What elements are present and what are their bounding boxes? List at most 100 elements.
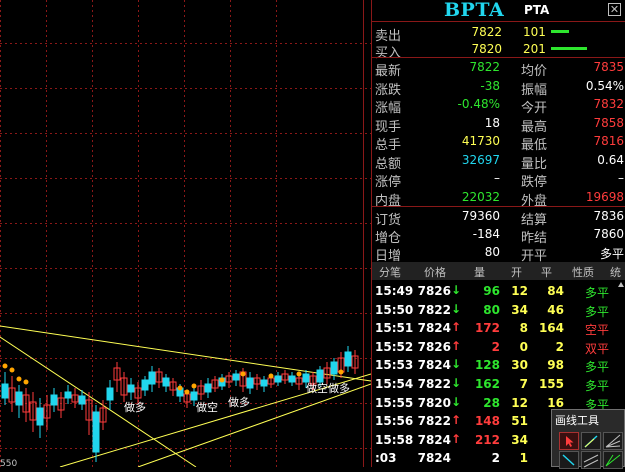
tick-price: 7820 (417, 395, 451, 410)
tick-nature: 多平 (585, 286, 610, 300)
close-icon[interactable]: ✕ (608, 3, 621, 16)
quote-panel: BPTA PTA ✕ 卖出 7822 101 买入 7820 201 最新 7822 均价 78… (371, 0, 625, 467)
candle-body (246, 377, 254, 389)
orderbook-price: 7820 (471, 42, 502, 56)
tick-close: 155 (538, 377, 564, 391)
quote-row: 涨停 – 跌停 – (372, 169, 625, 190)
quote-value: 7832 (593, 97, 624, 111)
tick-time: 15:56 (375, 414, 414, 429)
candle-body (288, 375, 296, 383)
col-open[interactable]: 开 (511, 264, 522, 280)
gann-tool-icon[interactable] (603, 451, 623, 469)
signal-marker (296, 371, 302, 377)
tick-nature: 多平 (585, 379, 610, 393)
arrow-tool-icon[interactable] (559, 451, 579, 469)
settle-value: 7860 (593, 227, 624, 241)
pointer-tool-icon[interactable] (559, 432, 579, 450)
arrow-down-icon: ↓ (451, 376, 462, 390)
channel-tool-icon[interactable] (581, 451, 601, 469)
tick-row: 15:50 7822 ↓ 80 34 46 多平 (372, 300, 625, 319)
tick-time: 15:49 (375, 284, 414, 298)
candle-body (274, 375, 282, 383)
signal-marker (9, 367, 15, 373)
arrow-up-icon: ↑ (451, 338, 462, 353)
tick-open: 7 (519, 377, 528, 391)
quote-value: 0.64 (597, 152, 624, 167)
panel-header: BPTA PTA ✕ (372, 0, 625, 22)
quote-row: 涨幅 -0.48% 今开 7832 (372, 95, 625, 116)
candle-body (36, 407, 44, 426)
arrow-down-icon: ↓ (451, 357, 462, 372)
candlestick-chart[interactable]: 做多 做空 做多做空做多 550 (0, 0, 371, 467)
trendline (0, 325, 371, 382)
signal-marker (191, 383, 197, 389)
quote-value: – (494, 171, 500, 185)
annotation-label: 做空 (196, 400, 218, 414)
col-nature[interactable]: 性质 (572, 264, 594, 280)
signal-marker (16, 376, 22, 382)
tick-price: 7826 (417, 284, 451, 298)
volume-bar (551, 47, 587, 50)
tick-close: 164 (538, 321, 564, 336)
tick-nature: 双平 (585, 341, 610, 356)
col-stat[interactable]: 统 (610, 264, 621, 280)
tick-price: 7822 (417, 377, 451, 391)
candle-body (50, 394, 58, 406)
tick-open: 0 (519, 339, 528, 354)
signal-marker (268, 373, 274, 379)
tick-volume: 28 (483, 395, 500, 410)
arrow-up-icon: ↑ (451, 413, 462, 428)
candle-body (64, 391, 72, 399)
tick-nature: 空平 (585, 323, 610, 338)
tick-time: :03 (375, 451, 397, 466)
col-volume[interactable]: 量 (474, 264, 485, 280)
col-time[interactable]: 分笔 (379, 264, 401, 280)
signal-marker (177, 385, 183, 391)
col-close[interactable]: 平 (541, 264, 552, 280)
tick-nature: 多平 (585, 360, 610, 375)
tick-open: 1 (519, 451, 528, 466)
quote-value: 0.54% (585, 78, 624, 93)
quote-row: 涨跌 -38 振幅 0.54% (372, 77, 625, 98)
tick-time: 15:54 (375, 377, 414, 391)
quote-row: 内盘 22032 外盘 19698 (372, 188, 625, 209)
candle-body (92, 411, 100, 453)
quote-value: – (618, 171, 624, 185)
quote-value: 41730 (461, 134, 500, 148)
settle-value: 80 (484, 245, 500, 259)
tick-volume: 212 (474, 432, 500, 447)
symbol-title: BPTA (444, 0, 505, 21)
annotation-label: 做多 (228, 395, 250, 409)
candle-body (302, 373, 310, 383)
quote-value: 22032 (461, 189, 500, 204)
tick-open: 8 (519, 321, 528, 336)
annotation-label: 做空做多 (306, 381, 350, 395)
candle-body (78, 395, 86, 405)
quote-row: 最新 7822 均价 7835 (372, 58, 625, 79)
quote-value: 7822 (469, 60, 500, 74)
tick-row: 15:54 7822 ↓ 162 7 155 多平 (372, 374, 625, 393)
signal-marker (184, 389, 190, 395)
settle-value: 多平 (599, 247, 624, 261)
tick-price: 7826 (417, 339, 451, 354)
tick-open: 51 (511, 414, 528, 429)
candle-body (232, 373, 240, 381)
candle-body (344, 351, 352, 367)
fan-tool-icon[interactable] (603, 432, 623, 450)
line-tool-icon[interactable] (581, 432, 601, 450)
candle-body (1, 383, 9, 399)
drawing-tools-palette[interactable]: 画线工具 (551, 409, 625, 469)
tick-open: 34 (511, 302, 528, 317)
tick-time: 15:50 (375, 302, 414, 317)
arrow-down-icon: ↓ (451, 301, 462, 316)
candle-body (204, 383, 212, 393)
tick-open: 30 (511, 358, 528, 373)
quote-row: 总手 41730 最低 7816 (372, 132, 625, 153)
scroll-up-icon[interactable] (618, 282, 624, 287)
settle-row: 增仓 -184 昨结 7860 (372, 225, 625, 246)
tick-volume: 2 (491, 339, 500, 354)
tick-volume: 148 (474, 414, 500, 429)
quote-value: -38 (480, 78, 500, 93)
col-price[interactable]: 价格 (424, 264, 446, 280)
tick-volume: 128 (474, 358, 500, 373)
